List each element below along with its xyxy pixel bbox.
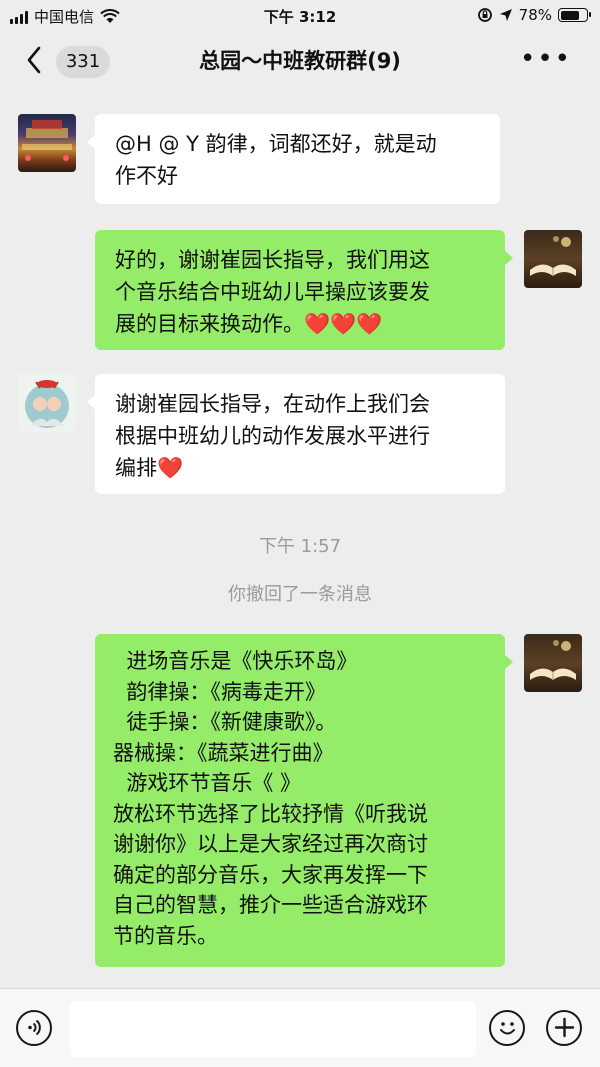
message-row: 进场音乐是《快乐环岛》 韵律操：《病毒走开》 徒手操：《新健康歌》。 器械操：《…	[0, 622, 600, 972]
message-row: @H @ Y 韵律，词都还好，就是动 作不好	[0, 92, 600, 212]
voice-button[interactable]	[16, 1010, 52, 1046]
message-input[interactable]	[70, 1001, 476, 1057]
timestamp-label: 下午 1:57	[258, 536, 342, 557]
message-bubble[interactable]: @H @ Y 韵律，词都还好，就是动 作不好	[87, 114, 500, 204]
add-button[interactable]	[546, 1010, 582, 1046]
status-bar: 中国电信 下午 3:12 78%	[0, 0, 600, 30]
chat-header: 331 总园～中班教研群(9) •••	[0, 30, 600, 92]
message-row: 好的，谢谢崔园长指导，我们用这 个音乐结合中班幼儿早操应该要发 展的目标来换动作…	[0, 220, 600, 360]
plus-icon	[554, 1017, 574, 1038]
avatar[interactable]	[524, 634, 582, 692]
avatar[interactable]	[18, 374, 76, 432]
orientation-lock-icon	[477, 8, 492, 22]
chat-title: 总园～中班教研群(9)	[199, 49, 401, 73]
message-row: 谢谢崔园长指导，在动作上我们会 根据中班幼儿的动作发展水平进行 编排❤️	[0, 360, 600, 500]
avatar[interactable]	[18, 114, 76, 172]
voice-icon	[27, 1019, 41, 1036]
more-options-button[interactable]: •••	[520, 44, 572, 74]
avatar[interactable]	[524, 230, 582, 288]
chat-area[interactable]: @H @ Y 韵律，词都还好，就是动 作不好 好的，谢谢崔园长指导，我们用这 个…	[0, 92, 600, 988]
battery-icon	[558, 8, 591, 22]
smiley-icon	[499, 1022, 515, 1035]
status-right: 78%	[477, 6, 591, 24]
input-bar	[0, 988, 600, 1067]
message-bubble[interactable]: 进场音乐是《快乐环岛》 韵律操：《病毒走开》 徒手操：《新健康歌》。 器械操：《…	[95, 634, 513, 967]
message-bubble[interactable]: 好的，谢谢崔园长指导，我们用这 个音乐结合中班幼儿早操应该要发 展的目标来换动作…	[95, 230, 513, 350]
recall-notice: 你撤回了一条消息	[228, 584, 372, 605]
message-bubble[interactable]: 谢谢崔园长指导，在动作上我们会 根据中班幼儿的动作发展水平进行 编排❤️	[87, 374, 505, 494]
location-icon	[499, 9, 512, 21]
battery-percent: 78%	[518, 6, 552, 24]
emoji-button[interactable]	[489, 1010, 525, 1046]
